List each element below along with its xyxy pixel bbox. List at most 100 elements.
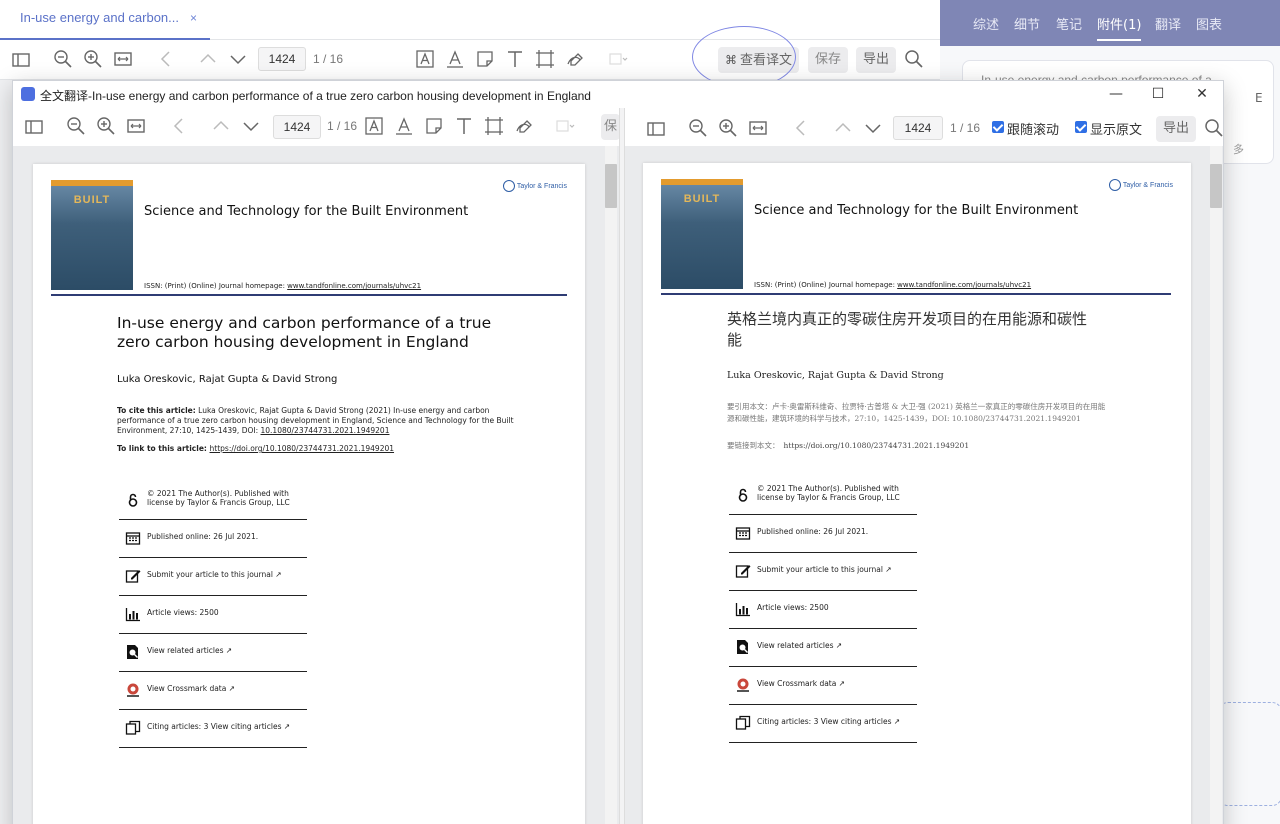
save-button[interactable]: 保	[601, 114, 621, 140]
back-icon[interactable]	[790, 117, 812, 139]
fit-width-icon[interactable]	[125, 115, 147, 137]
next-page-icon[interactable]	[862, 117, 884, 139]
document-tab[interactable]: In-use energy and carbon... ×	[0, 0, 210, 40]
article-url-link[interactable]: https://doi.org/10.1080/23744731.2021.19…	[784, 441, 970, 450]
zoom-in-icon[interactable]	[95, 115, 117, 137]
original-pane-toolbar: 1424 1 / 16 保	[13, 108, 621, 172]
zoom-out-icon[interactable]	[65, 115, 87, 137]
original-vertical-scrollbar[interactable]	[605, 146, 617, 824]
journal-homepage-link[interactable]: www.tandfonline.com/journals/uhvc21	[287, 282, 421, 290]
tab-translate[interactable]: 翻译	[1155, 14, 1181, 33]
sidebar-toggle-icon[interactable]	[23, 116, 45, 138]
tab-charts[interactable]: 图表	[1196, 14, 1222, 33]
zoom-in-icon[interactable]	[82, 48, 104, 70]
page-number-input[interactable]: 1424	[893, 116, 943, 140]
minimize-icon[interactable]: —	[1107, 85, 1125, 103]
prev-page-icon[interactable]	[832, 117, 854, 139]
sidebar-toggle-icon[interactable]	[10, 49, 32, 71]
follow-scroll-label: 跟随滚动	[1007, 123, 1060, 138]
color-picker-icon[interactable]	[606, 48, 628, 70]
list-item: © 2021 The Author(s). Published with lice…	[729, 477, 917, 515]
note-icon[interactable]	[474, 48, 496, 70]
right-panel-tabs: 综述 细节 笔记 附件(1) 翻译 图表	[940, 0, 1280, 46]
tab-details[interactable]: 细节	[1014, 14, 1040, 33]
doi-link[interactable]: 10.1080/23744731.2021.1949201	[261, 426, 390, 435]
original-scroll-thumb[interactable]	[605, 164, 617, 208]
prev-page-icon[interactable]	[197, 48, 219, 70]
list-item[interactable]: Citing articles: 3 View citing articles …	[729, 705, 917, 743]
show-original-checkbox[interactable]	[1075, 121, 1087, 133]
list-item[interactable]: View related articles ↗	[119, 634, 307, 672]
export-button[interactable]: 导出	[856, 47, 897, 73]
sidebar-toggle-icon[interactable]	[645, 118, 667, 140]
page-count: 1 / 16	[950, 121, 981, 135]
bar-chart-icon	[125, 606, 141, 622]
prev-page-icon[interactable]	[210, 115, 232, 137]
back-icon[interactable]	[168, 115, 190, 137]
search-doc-icon	[735, 639, 751, 655]
underline-icon[interactable]	[444, 48, 466, 70]
calendar-icon	[125, 530, 141, 546]
text-highlight-icon[interactable]	[414, 48, 436, 70]
select-area-icon[interactable]	[483, 115, 505, 137]
fit-width-icon[interactable]	[112, 48, 134, 70]
draw-icon[interactable]	[564, 48, 586, 70]
tab-notes[interactable]: 笔记	[1056, 14, 1082, 33]
more-link[interactable]: 多	[1233, 141, 1244, 157]
search-icon[interactable]	[1203, 117, 1225, 139]
header-rule	[661, 293, 1171, 295]
select-area-icon[interactable]	[534, 48, 556, 70]
fit-width-icon[interactable]	[747, 117, 769, 139]
publisher-logo: Taylor & Francis	[1108, 179, 1173, 191]
list-item[interactable]: Citing articles: 3 View citing articles …	[119, 710, 307, 748]
zoom-out-icon[interactable]	[52, 48, 74, 70]
crossmark-icon	[735, 677, 751, 693]
draw-icon[interactable]	[513, 115, 535, 137]
calendar-icon	[735, 525, 751, 541]
note-icon[interactable]	[423, 115, 445, 137]
search-icon[interactable]	[903, 48, 925, 70]
original-document-view: BUILT Taylor & Francis Science and Techn…	[13, 146, 619, 824]
color-picker-icon[interactable]	[555, 115, 577, 137]
cover-title: BUILT	[683, 193, 721, 205]
article-link-line: To link to this article: https://doi.org…	[117, 444, 395, 453]
zoom-in-icon[interactable]	[717, 117, 739, 139]
citing-icon	[735, 715, 751, 731]
underline-icon[interactable]	[393, 115, 415, 137]
text-tool-icon[interactable]	[504, 48, 526, 70]
list-item[interactable]: Submit your article to this journal ↗	[729, 553, 917, 591]
list-item[interactable]: Submit your article to this journal ↗	[119, 558, 307, 596]
tab-summary[interactable]: 综述	[973, 14, 999, 33]
zoom-out-icon[interactable]	[687, 117, 709, 139]
save-button[interactable]: 保存	[808, 47, 849, 73]
list-item[interactable]: View Crossmark data ↗	[729, 667, 917, 705]
text-tool-icon[interactable]	[453, 115, 475, 137]
drop-zone[interactable]	[1218, 702, 1280, 806]
close-window-icon[interactable]: ✕	[1193, 85, 1211, 103]
article-url-link[interactable]: https://doi.org/10.1080/23744731.2021.19…	[210, 444, 395, 453]
translated-pane-toolbar: 1424 1 / 16 跟随滚动 显示原文 导出	[625, 108, 1223, 146]
back-icon[interactable]	[155, 48, 177, 70]
maximize-icon[interactable]: ☐	[1149, 85, 1167, 103]
main-toolbar: 1424 1 / 16 ⌘ 查看译文 保存 导出	[0, 40, 940, 80]
list-item[interactable]: View related articles ↗	[729, 629, 917, 667]
follow-scroll-checkbox[interactable]	[992, 121, 1004, 133]
translated-scroll-thumb[interactable]	[1210, 164, 1222, 208]
list-item: Published online: 26 Jul 2021.	[729, 515, 917, 553]
text-highlight-icon[interactable]	[363, 115, 385, 137]
article-title: 英格兰境内真正的零碳住房开发项目的在用能源和碳性能	[727, 310, 1088, 349]
page-number-input[interactable]: 1424	[273, 115, 321, 139]
journal-title: Science and Technology for the Built Env…	[144, 204, 469, 219]
translated-document-view: BUILT Taylor & Francis Science and Techn…	[625, 146, 1223, 824]
journal-title: Science and Technology for the Built Env…	[754, 203, 1079, 218]
journal-homepage-link[interactable]: www.tandfonline.com/journals/uhvc21	[897, 281, 1031, 289]
next-page-icon[interactable]	[240, 115, 262, 137]
full-translation-window: 全文翻译-In-use energy and carbon performanc…	[12, 80, 1224, 824]
list-item[interactable]: View Crossmark data ↗	[119, 672, 307, 710]
translated-vertical-scrollbar[interactable]	[1210, 146, 1222, 824]
page-number-input[interactable]: 1424	[258, 47, 306, 71]
close-icon[interactable]: ×	[190, 11, 197, 25]
export-button[interactable]: 导出	[1156, 116, 1197, 142]
tab-attachments[interactable]: 附件(1)	[1097, 14, 1142, 41]
next-page-icon[interactable]	[227, 48, 249, 70]
